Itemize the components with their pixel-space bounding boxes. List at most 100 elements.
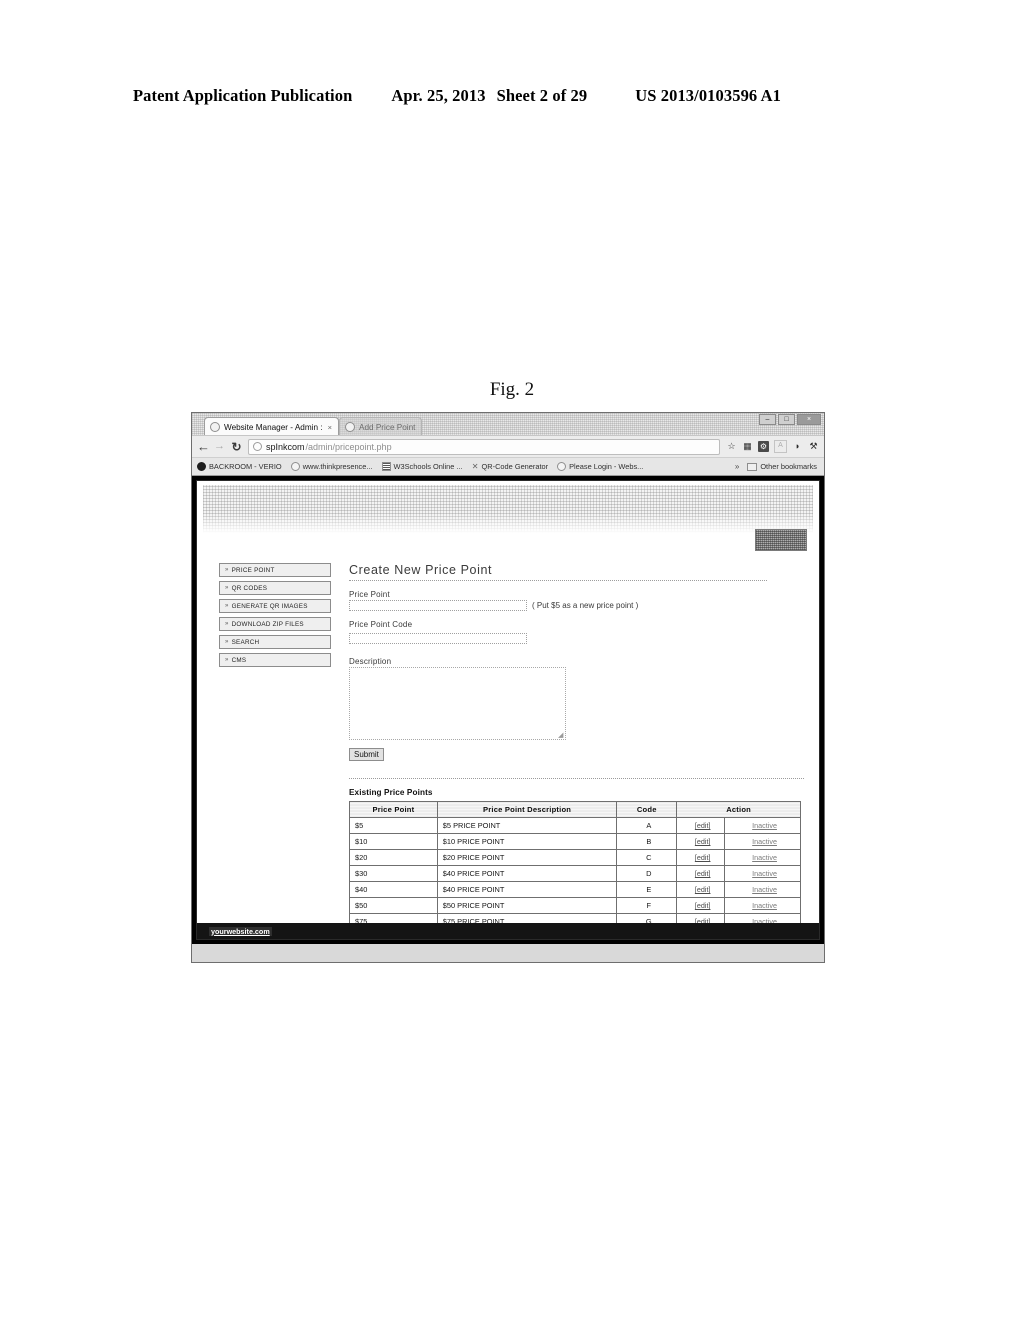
figure-caption: Fig. 2 xyxy=(489,379,535,400)
cell-edit-action[interactable]: [edit] xyxy=(676,833,726,850)
cell-edit-action[interactable]: [edit] xyxy=(676,817,726,834)
close-icon[interactable]: × xyxy=(328,423,332,432)
url-domain: spInkcom xyxy=(266,441,305,452)
cell-status-action[interactable]: Inactive xyxy=(724,833,801,850)
footer-website-link[interactable]: yourwebsite.com xyxy=(209,926,272,936)
page-footer: yourwebsite.com xyxy=(197,923,819,939)
reload-icon[interactable]: ↻ xyxy=(231,441,242,453)
status-link[interactable]: Inactive xyxy=(752,821,777,830)
cell-code: A xyxy=(616,817,678,834)
browser-chrome: Website Manager - Admin : × Add Price Po… xyxy=(192,413,824,476)
bookmark-thinkpresence[interactable]: www.thinkpresence... xyxy=(290,462,373,471)
cell-status-action[interactable]: Inactive xyxy=(724,897,801,914)
bookmark-w3schools[interactable]: W3Schools Online ... xyxy=(381,462,463,471)
page-body: » PRICE POINT » QR CODES » GENERATE QR I… xyxy=(197,535,819,939)
edit-link[interactable]: [edit] xyxy=(695,885,711,894)
cell-code: F xyxy=(616,897,678,914)
edit-link[interactable]: [edit] xyxy=(695,853,711,862)
minimize-button[interactable]: – xyxy=(759,414,776,425)
resize-grip-icon[interactable]: ◢ xyxy=(558,732,564,739)
edit-link[interactable]: [edit] xyxy=(695,901,711,910)
column-header-code: Code xyxy=(616,801,678,818)
page-masthead-banner xyxy=(203,485,813,551)
table-row: $20 $20 PRICE POINT C [edit] Inactive xyxy=(349,849,801,866)
table-row: $5 $5 PRICE POINT A [edit] Inactive xyxy=(349,817,801,834)
cell-description: $10 PRICE POINT xyxy=(436,833,618,850)
tab-strip: Website Manager - Admin : × Add Price Po… xyxy=(192,413,824,436)
text-size-icon[interactable]: A xyxy=(774,440,787,453)
section-divider xyxy=(349,778,804,779)
bookmark-favicon-icon: ✕ xyxy=(471,462,479,471)
submit-button[interactable]: Submit xyxy=(349,748,384,761)
cell-description: $5 PRICE POINT xyxy=(436,817,618,834)
status-link[interactable]: Inactive xyxy=(752,853,777,862)
maximize-button[interactable]: □ xyxy=(778,414,795,425)
url-input[interactable]: spInkcom /admin/pricepoint.php xyxy=(248,438,720,455)
chevron-right-icon: » xyxy=(225,567,229,573)
bookmark-qr-code-generator[interactable]: ✕ QR-Code Generator xyxy=(471,462,548,471)
column-header-action: Action xyxy=(676,801,801,818)
speech-bubble-icon[interactable]: ◗ xyxy=(792,441,803,452)
cell-status-action[interactable]: Inactive xyxy=(724,865,801,882)
status-link[interactable]: Inactive xyxy=(752,837,777,846)
bookmark-star-icon[interactable]: ☆ xyxy=(726,441,737,452)
other-bookmarks-label: Other bookmarks xyxy=(760,462,817,471)
sheet-number: Sheet 2 of 29 xyxy=(496,86,588,105)
edit-link[interactable]: [edit] xyxy=(695,821,711,830)
chevron-right-icon: » xyxy=(225,639,229,645)
chevron-double-right-icon[interactable]: » xyxy=(735,462,739,471)
cell-status-action[interactable]: Inactive xyxy=(724,817,801,834)
cell-price-point: $30 xyxy=(349,865,438,882)
cell-price-point: $50 xyxy=(349,897,438,914)
bookmark-backroom-verio[interactable]: BACKROOM - VERIO xyxy=(197,462,282,471)
bookmark-please-login[interactable]: Please Login - Webs... xyxy=(557,462,643,471)
back-arrow-icon[interactable]: ← xyxy=(197,440,210,453)
status-link[interactable]: Inactive xyxy=(752,901,777,910)
sidebar-item-label: GENERATE QR IMAGES xyxy=(231,602,308,610)
other-bookmarks-folder[interactable]: Other bookmarks xyxy=(747,462,817,471)
bookmark-favicon-icon xyxy=(381,462,391,471)
sidebar-item-label: DOWNLOAD ZIP FILES xyxy=(231,620,304,628)
patent-number: US 2013/0103596 A1 xyxy=(635,86,781,105)
edit-link[interactable]: [edit] xyxy=(695,869,711,878)
cell-description: $20 PRICE POINT xyxy=(436,849,618,866)
close-button[interactable]: × xyxy=(797,414,821,425)
browser-toolbar-icons: ☆ ▦ ⚙ A ◗ ⚒ xyxy=(726,440,819,453)
price-point-hint: ( Put $5 as a new price point ) xyxy=(532,601,639,610)
page-title: Create New Price Point xyxy=(349,563,767,581)
cell-edit-action[interactable]: [edit] xyxy=(676,849,726,866)
sidebar-item-qr-codes[interactable]: » QR CODES xyxy=(219,581,331,595)
sidebar-item-label: QR CODES xyxy=(231,584,268,592)
folder-icon xyxy=(747,462,758,471)
price-point-input[interactable] xyxy=(349,600,527,611)
sidebar-item-generate-qr-images[interactable]: » GENERATE QR IMAGES xyxy=(219,599,331,613)
price-point-row: ( Put $5 as a new price point ) xyxy=(349,600,809,611)
cell-code: C xyxy=(616,849,678,866)
edit-link[interactable]: [edit] xyxy=(695,837,711,846)
forward-arrow-icon[interactable]: → xyxy=(214,441,225,452)
price-point-code-label: Price Point Code xyxy=(349,620,413,629)
description-textarea[interactable]: ◢ xyxy=(349,667,566,740)
cell-edit-action[interactable]: [edit] xyxy=(676,881,726,898)
status-link[interactable]: Inactive xyxy=(752,885,777,894)
gear-icon[interactable]: ⚙ xyxy=(758,441,769,452)
cell-code: D xyxy=(616,865,678,882)
price-point-code-input[interactable] xyxy=(349,633,527,644)
cell-price-point: $5 xyxy=(349,817,438,834)
sidebar-item-label: CMS xyxy=(231,656,247,664)
sidebar-item-search[interactable]: » SEARCH xyxy=(219,635,331,649)
sidebar-item-price-point[interactable]: » PRICE POINT xyxy=(219,563,331,577)
grid-icon[interactable]: ▦ xyxy=(742,441,753,452)
sidebar-item-download-zip-files[interactable]: » DOWNLOAD ZIP FILES xyxy=(219,617,331,631)
patent-page-header: Patent Application Publication Apr. 25, … xyxy=(133,86,885,106)
cell-status-action[interactable]: Inactive xyxy=(724,849,801,866)
cell-edit-action[interactable]: [edit] xyxy=(676,865,726,882)
status-link[interactable]: Inactive xyxy=(752,869,777,878)
table-row: $30 $40 PRICE POINT D [edit] Inactive xyxy=(349,865,801,882)
wrench-icon[interactable]: ⚒ xyxy=(808,441,819,452)
cell-edit-action[interactable]: [edit] xyxy=(676,897,726,914)
tab-add-price-point[interactable]: Add Price Point xyxy=(339,417,423,436)
cell-status-action[interactable]: Inactive xyxy=(724,881,801,898)
tab-website-manager[interactable]: Website Manager - Admin : × xyxy=(204,417,339,436)
sidebar-item-cms[interactable]: » CMS xyxy=(219,653,331,667)
